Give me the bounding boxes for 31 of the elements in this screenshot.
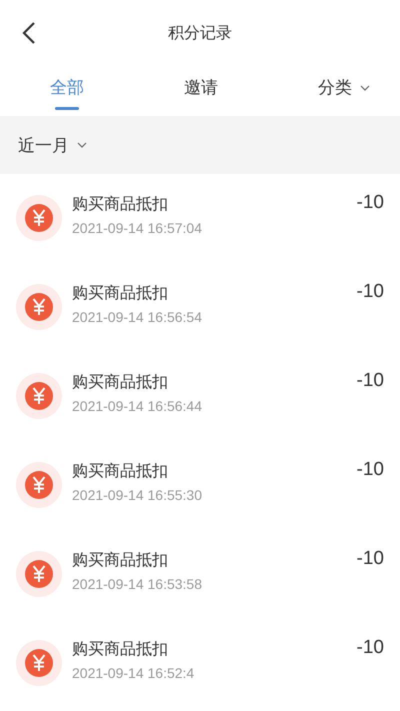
record-time: 2021-09-14 16:56:44 [72,398,203,414]
record-title: 购买商品抵扣 [72,461,169,482]
record-time: 2021-09-14 16:52:4 [72,665,196,681]
yen-icon [16,462,62,508]
period-dropdown[interactable]: 近一月 [14,130,91,160]
record-time: 2021-09-14 16:57:04 [72,220,203,236]
record-title: 购买商品抵扣 [72,372,169,393]
tab[interactable]: 全部 [46,66,88,107]
record-time: 2021-09-14 16:53:58 [72,576,203,592]
points-amount: -10 [356,281,384,303]
points-amount: -10 [356,548,384,570]
record-title: 购买商品抵扣 [72,283,169,304]
points-amount: -10 [356,637,384,659]
tab[interactable]: 分类 [314,66,374,107]
yen-icon [16,195,62,241]
caret-icon [77,142,87,148]
yen-icon [16,284,62,330]
record-time: 2021-09-14 16:55:30 [72,487,203,503]
page-title: 积分记录 [168,22,232,44]
record-title: 购买商品抵扣 [72,194,169,215]
points-amount: -10 [356,459,384,481]
yen-icon [16,640,62,686]
back-icon[interactable] [22,21,36,45]
tab[interactable]: 邀请 [180,66,222,107]
record-title: 购买商品抵扣 [72,550,169,571]
record-time: 2021-09-14 16:56:54 [72,309,203,325]
points-amount: -10 [356,370,384,392]
points-amount: -10 [356,192,384,214]
yen-icon [16,551,62,597]
record-title: 购买商品抵扣 [72,639,169,660]
yen-icon [16,373,62,419]
